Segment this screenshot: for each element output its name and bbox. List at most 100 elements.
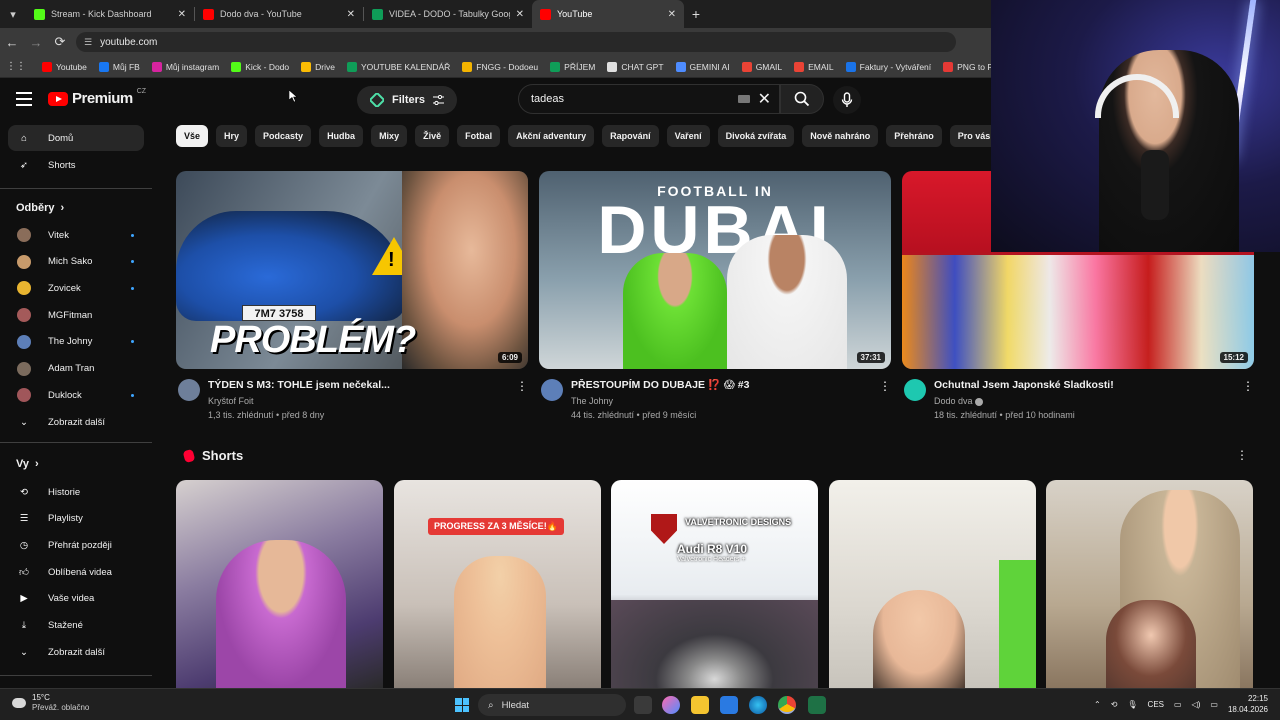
sidebar-item[interactable]: The Johny [8,329,144,355]
language-indicator[interactable]: CES [1148,700,1164,709]
category-chip[interactable]: Podcasty [255,125,312,147]
tab-close-icon[interactable]: ✕ [668,9,676,20]
short-card[interactable] [1046,480,1253,688]
outlook-icon[interactable] [720,696,738,714]
search-button[interactable] [780,84,824,114]
category-chip[interactable]: Hry [216,125,248,147]
short-card[interactable]: PROGRESS ZA 3 MĚSÍCE!🔥 [394,480,601,688]
bookmark-item[interactable]: YOUTUBE KALENDÁŘ [346,61,450,72]
category-chip[interactable]: Fotbal [457,125,501,147]
sidebar-item[interactable]: Zovicek [8,275,144,301]
chrome-icon[interactable] [778,696,796,714]
channel-avatar[interactable] [178,379,200,401]
sidebar-item[interactable]: Vitek [8,222,144,248]
channel-name[interactable]: The Johny [571,396,891,406]
sidebar-item[interactable]: ◷ Přehrát později [8,532,144,558]
clock[interactable]: 22:15 18.04.2026 [1228,693,1268,715]
more-options-icon[interactable]: ⋮ [879,379,891,393]
category-chip[interactable]: Akční adventury [508,125,595,147]
volume-icon[interactable]: ◁) [1192,700,1201,709]
bookmark-item[interactable]: Kick - Dodo [231,61,289,72]
sidebar-item[interactable]: ⤓ Stažené [8,613,144,639]
bookmark-item[interactable]: Youtube [42,61,87,72]
category-chip[interactable]: Živě [415,125,450,147]
bookmark-item[interactable]: CHAT GPT [607,61,664,72]
bookmark-item[interactable]: GEMINI AI [675,61,730,72]
bookmark-item[interactable]: GMAIL [741,61,782,72]
apps-icon[interactable]: ⋮⋮ [6,61,26,72]
bookmark-item[interactable]: Drive [301,61,335,72]
search-input[interactable]: tadeas ✕ [518,84,780,114]
sidebar-item[interactable]: ⌄ Zobrazit další [8,409,144,435]
edge-icon[interactable] [749,696,767,714]
browser-tab[interactable]: VIDEA - DODO - Tabulky Googl ✕ [364,0,532,28]
tab-search-icon[interactable]: ▾ [0,0,26,28]
channel-avatar[interactable] [904,379,926,401]
category-chip[interactable]: Rapování [602,125,659,147]
video-thumbnail[interactable]: FOOTBALL IN DUBAI 37:31 [539,171,891,369]
short-card[interactable] [176,480,383,688]
category-chip[interactable]: Nově nahráno [802,125,879,147]
file-explorer-icon[interactable] [691,696,709,714]
channel-name[interactable]: Dodo dva [934,396,1254,406]
site-info-icon[interactable]: ☰ [84,37,92,48]
tray-overflow-icon[interactable]: ⌃ [1094,700,1101,709]
category-chip[interactable]: Vše [176,125,209,147]
tab-close-icon[interactable]: ✕ [516,9,524,20]
browser-tab[interactable]: YouTube ✕ [532,0,684,28]
sidebar-item[interactable]: MGFitman [8,302,144,328]
video-card[interactable]: 7M7 3758 ! PROBLÉM? 6:09 TÝDEN S M3: TOH… [176,171,528,420]
bookmark-item[interactable]: PŘÍJEM [550,61,595,72]
subscriptions-header[interactable]: Odběry › [16,202,64,214]
network-icon[interactable]: ▭ [1174,700,1182,709]
copilot-icon[interactable] [662,696,680,714]
reload-icon[interactable]: ⟳ [48,34,72,50]
keyboard-icon[interactable] [737,95,750,103]
new-tab-button[interactable]: + [684,6,708,22]
shorts-more-icon[interactable]: ⋮ [1236,448,1248,462]
youtube-premium-logo[interactable]: Premium CZ [48,88,146,107]
tab-close-icon[interactable]: ✕ [178,9,186,20]
video-title[interactable]: Ochutnal Jsem Japonské Sladkosti! [934,379,1234,392]
back-icon[interactable]: ← [0,35,24,50]
channel-avatar[interactable] [541,379,563,401]
sidebar-item[interactable]: Mich Sako [8,249,144,275]
bookmark-item[interactable]: Faktury - Vytváření [845,61,931,72]
tab-close-icon[interactable]: ✕ [347,9,355,20]
you-header[interactable]: Vy › [16,458,39,470]
clear-search-icon[interactable]: ✕ [758,89,771,109]
bookmark-item[interactable]: EMAIL [794,61,834,72]
weather-widget[interactable]: 15°C Převáž. oblačno [12,693,89,713]
sidebar-item[interactable]: ➶ Shorts [8,152,144,178]
category-chip[interactable]: Pro vás nov [949,125,991,147]
category-chip[interactable]: Hudba [319,125,364,147]
short-card[interactable]: VALVETRONIC DESIGNS Audi R8 V10 Valvetro… [611,480,818,688]
battery-icon[interactable]: ▭ [1210,700,1218,709]
sidebar-item[interactable]: ⟲ Historie [8,479,144,505]
category-chip[interactable]: Vaření [666,125,710,147]
sidebar-item[interactable]: ☰ Playlisty [8,506,144,532]
url-input[interactable]: ☰ youtube.com [76,32,956,52]
bookmark-item[interactable]: Můj FB [98,61,140,72]
short-card[interactable] [829,480,1036,688]
video-card[interactable]: FOOTBALL IN DUBAI 37:31 PŘESTOUPÍM DO DU… [539,171,891,420]
menu-icon[interactable] [16,92,32,106]
more-options-icon[interactable]: ⋮ [516,379,528,393]
sidebar-item[interactable]: ▶ Vaše videa [8,586,144,612]
mic-tray-icon[interactable]: 🎙 [1127,700,1137,709]
bookmark-item[interactable]: Můj instagram [151,61,219,72]
browser-tab[interactable]: Stream - Kick Dashboard ✕ [26,0,194,28]
category-chip[interactable]: Divoká zvířata [717,125,795,147]
sidebar-item[interactable]: 👍︎ Oblíbená videa [8,559,144,585]
category-chip[interactable]: Přehráno [886,125,942,147]
excel-icon[interactable] [808,696,826,714]
bookmark-item[interactable]: FNGG - Dodoeu [462,61,538,72]
task-view-icon[interactable] [634,696,652,714]
filters-button[interactable]: Filters [357,86,457,114]
video-thumbnail[interactable]: 7M7 3758 ! PROBLÉM? 6:09 [176,171,528,369]
more-options-icon[interactable]: ⋮ [1242,379,1254,393]
video-title[interactable]: PŘESTOUPÍM DO DUBAJE ⁉️ 😱 #3 [571,379,871,392]
voice-search-button[interactable] [833,86,861,114]
browser-tab[interactable]: Dodo dva - YouTube ✕ [195,0,363,28]
sidebar-item[interactable]: ⌂ Domů [8,125,144,151]
